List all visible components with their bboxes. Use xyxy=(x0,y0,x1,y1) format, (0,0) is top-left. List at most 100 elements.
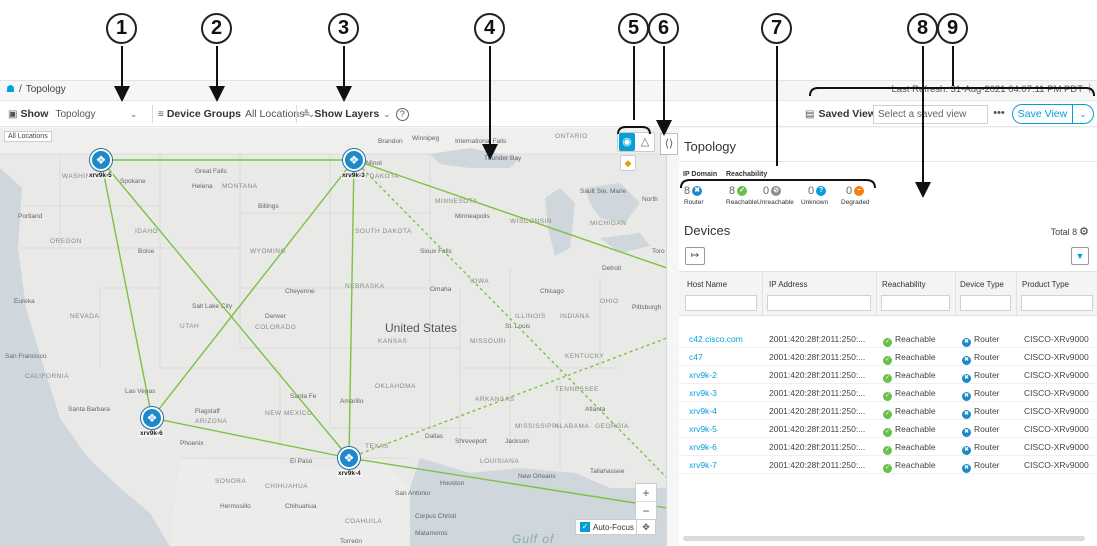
device-groups-icon: ≡ xyxy=(158,108,164,120)
column-divider[interactable] xyxy=(876,272,877,316)
host-name-link[interactable]: xrv9k-4 xyxy=(689,406,717,416)
recenter-icon[interactable]: ✥ xyxy=(636,519,656,535)
router-node-icon[interactable]: ❖ xyxy=(343,149,365,171)
table-row[interactable]: c42.cisco.com 2001:420:28f:2011:250:... … xyxy=(679,330,1097,348)
router-icon: ✖ xyxy=(962,464,971,473)
ip-address: 2001:420:28f:2011:250:... xyxy=(769,442,866,452)
column-header[interactable]: Product Type xyxy=(1022,280,1069,289)
checkbox-checked-icon[interactable]: ✓ xyxy=(580,522,590,532)
horizontal-scrollbar[interactable] xyxy=(683,536,1085,541)
table-row[interactable]: xrv9k-3 2001:420:28f:2011:250:... ✓ Reach… xyxy=(679,384,1097,402)
graph-view-icon[interactable]: △ xyxy=(637,133,653,151)
host-name-link[interactable]: xrv9k-3 xyxy=(689,388,717,398)
router-node-icon[interactable]: ❖ xyxy=(90,149,112,171)
show-layers-control[interactable]: ≗ Show Layers ⌄ ? xyxy=(302,101,409,127)
table-row[interactable]: xrv9k-7 2001:420:28f:2011:250:... ✓ Reach… xyxy=(679,456,1097,474)
router-icon: ✖ xyxy=(962,356,971,365)
link xyxy=(348,457,666,509)
home-icon[interactable]: ☗ xyxy=(6,84,15,95)
table-row[interactable]: xrv9k-2 2001:420:28f:2011:250:... ✓ Reach… xyxy=(679,366,1097,384)
reachability-filter[interactable] xyxy=(881,295,950,311)
router-node-icon[interactable]: ❖ xyxy=(338,447,360,469)
unreachable-count[interactable]: 0 ⊘ xyxy=(763,185,782,197)
breadcrumb-page: Topology xyxy=(25,84,66,95)
link xyxy=(100,159,350,459)
screenshot-root: 1 2 3 4 5 6 7 8 9 ☗ / Topology Last Refr… xyxy=(0,0,1097,546)
callout-9: 9 xyxy=(937,13,968,44)
chevron-down-icon: ⌄ xyxy=(383,108,391,119)
collapse-panel-icon[interactable]: ⟨⟩ xyxy=(660,133,678,155)
product-type: CISCO-XRv9000 xyxy=(1024,406,1089,416)
stat-label: Reachable xyxy=(726,199,758,206)
saved-view-select[interactable]: Select a saved view xyxy=(873,105,988,124)
product-type: CISCO-XRv9000 xyxy=(1024,370,1089,380)
zoom-control: + − xyxy=(635,483,657,521)
stat-label: Unreachable xyxy=(757,199,794,206)
chevron-down-icon: ⌄ xyxy=(129,108,138,119)
router-count[interactable]: 8 ✖ xyxy=(684,185,703,197)
node-label: xrv9k-3 xyxy=(341,172,366,179)
more-options-button[interactable]: ••• xyxy=(989,105,1009,124)
save-view-button[interactable]: Save View ⌄ xyxy=(1012,104,1094,124)
layers-stack-icon[interactable]: ◆ xyxy=(620,155,636,171)
reachable-count[interactable]: 8 ✓ xyxy=(729,185,748,197)
link xyxy=(348,337,666,459)
table-row[interactable]: xrv9k-4 2001:420:28f:2011:250:... ✓ Reach… xyxy=(679,402,1097,420)
column-header[interactable]: Host Name xyxy=(687,280,727,289)
unknown-count[interactable]: 0 ? xyxy=(808,185,827,197)
link xyxy=(100,159,153,419)
reachability-cell: ✓ Reachable xyxy=(883,370,936,383)
host-name-filter[interactable] xyxy=(685,295,757,311)
map-view-toggle: ◉ △ xyxy=(617,132,655,152)
table-row[interactable]: xrv9k-5 2001:420:28f:2011:250:... ✓ Reach… xyxy=(679,420,1097,438)
device-groups-control[interactable]: ≡ Device Groups All Locations ⌄ xyxy=(158,101,315,127)
show-control[interactable]: ▣ Show Topology ⌄ xyxy=(8,101,140,127)
help-icon[interactable]: ? xyxy=(395,107,409,121)
router-icon: ✖ xyxy=(962,410,971,419)
ip-address: 2001:420:28f:2011:250:... xyxy=(769,370,866,380)
zoom-in-button[interactable]: + xyxy=(636,484,656,502)
ip-address-filter[interactable] xyxy=(767,295,871,311)
device-type-value: Router xyxy=(974,460,1000,470)
host-name-link[interactable]: c47 xyxy=(689,352,703,362)
column-header[interactable]: Device Type xyxy=(960,280,1004,289)
host-name-link[interactable]: xrv9k-5 xyxy=(689,424,717,434)
check-icon: ✓ xyxy=(883,464,892,473)
host-name-link[interactable]: xrv9k-6 xyxy=(689,442,717,452)
router-icon: ✖ xyxy=(962,374,971,383)
router-icon: ✖ xyxy=(962,446,971,455)
globe-icon[interactable]: ◉ xyxy=(619,133,635,151)
column-divider[interactable] xyxy=(955,272,956,316)
table-row[interactable]: xrv9k-6 2001:420:28f:2011:250:... ✓ Reach… xyxy=(679,438,1097,456)
router-icon: ✖ xyxy=(962,392,971,401)
reachability-value: Reachable xyxy=(895,442,936,452)
save-view-label: Save View xyxy=(1013,105,1073,123)
column-divider[interactable] xyxy=(1016,272,1017,316)
router-node-icon[interactable]: ❖ xyxy=(141,407,163,429)
callout-7: 7 xyxy=(761,13,792,44)
chevron-down-icon[interactable]: ⌄ xyxy=(1073,109,1093,120)
host-name-link[interactable]: xrv9k-2 xyxy=(689,370,717,380)
column-header[interactable]: IP Address xyxy=(769,280,808,289)
topology-app: ☗ / Topology Last Refresh: 31-Aug-2021 0… xyxy=(0,80,1097,546)
auto-focus-toggle[interactable]: ✓ Auto-Focus xyxy=(575,519,639,535)
show-select[interactable]: Topology ⌄ xyxy=(52,105,140,123)
host-name-link[interactable]: xrv9k-7 xyxy=(689,460,717,470)
degraded-count[interactable]: 0 − xyxy=(846,185,865,197)
column-header[interactable]: Reachability xyxy=(882,280,926,289)
export-icon[interactable]: ↦ xyxy=(685,247,705,265)
callout-8: 8 xyxy=(907,13,938,44)
callout-2: 2 xyxy=(201,13,232,44)
table-row[interactable]: c47 2001:420:28f:2011:250:... ✓ Reachable… xyxy=(679,348,1097,366)
gear-icon[interactable]: ⚙ xyxy=(1079,225,1089,238)
host-name-link[interactable]: c42.cisco.com xyxy=(689,334,743,344)
device-type-filter[interactable] xyxy=(960,295,1011,311)
table-header: Host Name IP Address Reachability Device… xyxy=(679,271,1097,316)
zoom-out-button[interactable]: − xyxy=(636,502,656,520)
topology-map[interactable]: All Locations WASHINGTON OREGON IDAHO MO… xyxy=(0,128,667,546)
callout-1: 1 xyxy=(106,13,137,44)
product-type-filter[interactable] xyxy=(1021,295,1093,311)
filter-icon[interactable]: ▼ xyxy=(1071,247,1089,265)
router-icon: ✖ xyxy=(692,186,703,196)
column-divider[interactable] xyxy=(762,272,763,316)
